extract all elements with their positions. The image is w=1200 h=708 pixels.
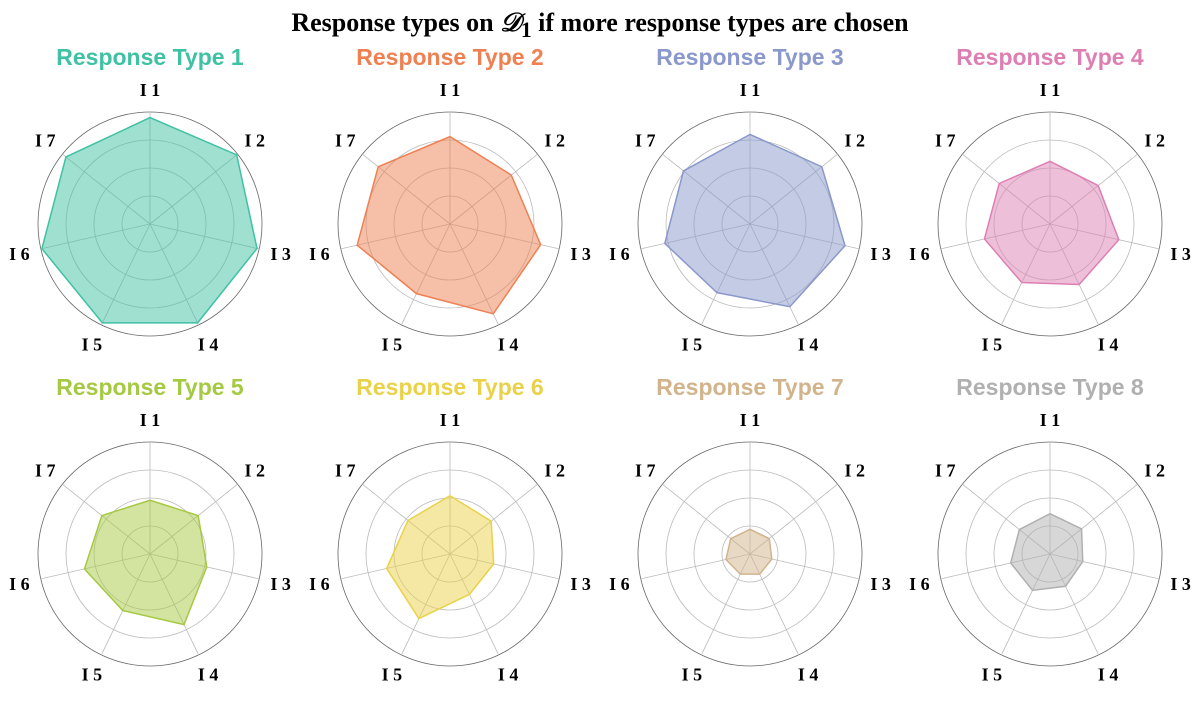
radar-polygon — [357, 137, 540, 314]
radar-subtitle: Response Type 1 — [0, 44, 300, 71]
axis-label: I 2 — [545, 460, 566, 480]
radar-cell: Response Type 1 I 1 I 2 I 3 I 4 I 5 I 6 I 7 — [0, 44, 300, 374]
radar-cell: Response Type 7 I 1 I 2 I 3 I 4 I 5 I 6 I 7 — [600, 374, 900, 704]
radar-polygon — [1011, 514, 1083, 591]
radar-subtitle: Response Type 4 — [900, 44, 1200, 71]
radar-chart: I 1 I 2 I 3 I 4 I 5 I 6 I 7 — [900, 76, 1200, 374]
axis-label: I 2 — [845, 130, 866, 150]
axis-label: I 5 — [382, 335, 403, 355]
axis-label: I 5 — [682, 335, 703, 355]
radar-chart: I 1 I 2 I 3 I 4 I 5 I 6 I 7 — [600, 406, 900, 704]
radar-chart: I 1 I 2 I 3 I 4 I 5 I 6 I 7 — [0, 406, 300, 704]
axis-label: I 1 — [740, 80, 761, 100]
radar-cell: Response Type 5 I 1 I 2 I 3 I 4 I 5 I 6 I 7 — [0, 374, 300, 704]
radar-cell: Response Type 8 I 1 I 2 I 3 I 4 I 5 I 6 I 7 — [900, 374, 1200, 704]
radar-chart: I 1 I 2 I 3 I 4 I 5 I 6 I 7 — [600, 76, 900, 374]
axis-label: I 4 — [198, 335, 219, 355]
radar-cell: Response Type 2 I 1 I 2 I 3 I 4 I 5 I 6 I 7 — [300, 44, 600, 374]
axis-label: I 2 — [845, 460, 866, 480]
radar-polygon — [387, 496, 494, 619]
axis-label: I 7 — [635, 130, 656, 150]
axis-label: I 3 — [570, 574, 591, 594]
axis-label: I 1 — [1040, 80, 1061, 100]
axis-label: I 4 — [198, 665, 219, 685]
axis-label: I 5 — [982, 335, 1003, 355]
axis-label: I 2 — [1145, 460, 1166, 480]
radar-polygon — [42, 118, 257, 323]
radar-subtitle: Response Type 2 — [300, 44, 600, 71]
radar-cell: Response Type 4 I 1 I 2 I 3 I 4 I 5 I 6 I 7 — [900, 44, 1200, 374]
axis-label: I 6 — [309, 244, 330, 264]
axis-label: I 2 — [1145, 130, 1166, 150]
axis-label: I 2 — [245, 460, 266, 480]
axis-label: I 7 — [35, 460, 56, 480]
axis-label: I 6 — [909, 574, 930, 594]
axis-label: I 1 — [140, 410, 161, 430]
axis-label: I 5 — [82, 335, 103, 355]
radar-subtitle: Response Type 6 — [300, 374, 600, 401]
axis-label: I 2 — [545, 130, 566, 150]
axis-label: I 3 — [870, 574, 891, 594]
radar-polygon — [84, 500, 206, 624]
axis-label: I 7 — [935, 460, 956, 480]
axis-label: I 5 — [82, 665, 103, 685]
axis-label: I 4 — [798, 665, 819, 685]
title-script: 𝒟 — [500, 8, 521, 37]
axis-label: I 6 — [609, 244, 630, 264]
title-sub: 1 — [521, 18, 532, 42]
axis-label: I 4 — [1098, 665, 1119, 685]
radar-chart: I 1 I 2 I 3 I 4 I 5 I 6 I 7 — [300, 406, 600, 704]
radar-cell: Response Type 3 I 1 I 2 I 3 I 4 I 5 I 6 I 7 — [600, 44, 900, 374]
axis-label: I 6 — [309, 574, 330, 594]
radar-polygon — [726, 529, 772, 574]
axis-label: I 1 — [1040, 410, 1061, 430]
page-title: Response types on 𝒟1 if more response ty… — [0, 8, 1200, 43]
axis-label: I 1 — [740, 410, 761, 430]
axis-label: I 3 — [270, 244, 291, 264]
title-suffix: if more response types are chosen — [532, 8, 909, 37]
axis-label: I 3 — [270, 574, 291, 594]
axis-label: I 5 — [682, 665, 703, 685]
axis-label: I 1 — [140, 80, 161, 100]
axis-label: I 7 — [335, 460, 356, 480]
radar-subtitle: Response Type 8 — [900, 374, 1200, 401]
title-prefix: Response types on — [291, 8, 500, 37]
chart-grid: Response Type 1I 1I 2I 3I 4I 5I 6I 7Resp… — [0, 44, 1200, 704]
axis-label: I 4 — [1098, 335, 1119, 355]
axis-label: I 6 — [609, 574, 630, 594]
axis-label: I 7 — [335, 130, 356, 150]
axis-label: I 6 — [909, 244, 930, 264]
radar-polygon — [984, 161, 1118, 284]
axis-label: I 3 — [1170, 574, 1191, 594]
axis-label: I 7 — [635, 460, 656, 480]
axis-label: I 1 — [440, 80, 461, 100]
axis-label: I 4 — [498, 335, 519, 355]
radar-chart: I 1 I 2 I 3 I 4 I 5 I 6 I 7 — [0, 76, 300, 374]
axis-label: I 3 — [1170, 244, 1191, 264]
axis-label: I 6 — [9, 574, 30, 594]
axis-label: I 7 — [935, 130, 956, 150]
radar-polygon — [665, 134, 845, 306]
axis-label: I 4 — [798, 335, 819, 355]
axis-label: I 5 — [382, 665, 403, 685]
axis-label: I 4 — [498, 665, 519, 685]
radar-subtitle: Response Type 3 — [600, 44, 900, 71]
axis-label: I 3 — [870, 244, 891, 264]
axis-label: I 5 — [982, 665, 1003, 685]
axis-label: I 3 — [570, 244, 591, 264]
axis-label: I 2 — [245, 130, 266, 150]
radar-subtitle: Response Type 7 — [600, 374, 900, 401]
radar-cell: Response Type 6 I 1 I 2 I 3 I 4 I 5 I 6 I 7 — [300, 374, 600, 704]
axis-label: I 6 — [9, 244, 30, 264]
axis-label: I 1 — [440, 410, 461, 430]
radar-subtitle: Response Type 5 — [0, 374, 300, 401]
radar-chart: I 1 I 2 I 3 I 4 I 5 I 6 I 7 — [300, 76, 600, 374]
axis-label: I 7 — [35, 130, 56, 150]
radar-chart: I 1 I 2 I 3 I 4 I 5 I 6 I 7 — [900, 406, 1200, 704]
